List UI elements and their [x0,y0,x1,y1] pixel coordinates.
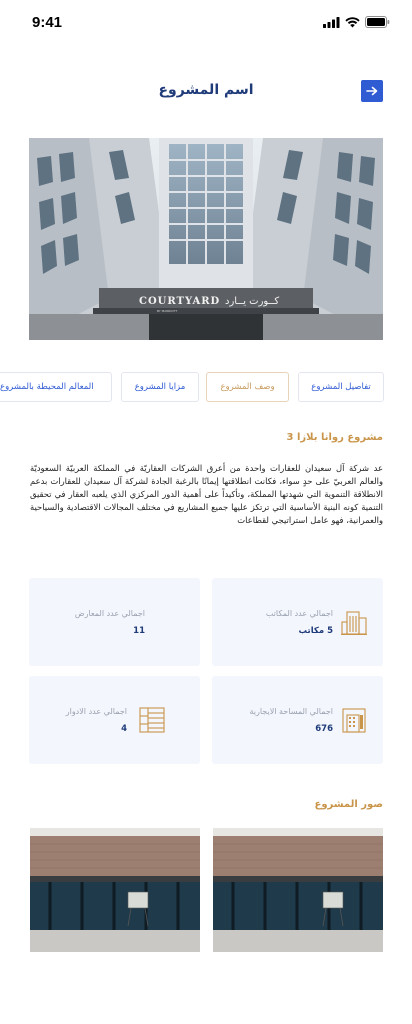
project-tabs: تفاصيل المشروع وصف المشروع مزايا المشروع… [0,372,412,402]
tab-project-details[interactable]: تفاصيل المشروع [298,372,384,402]
status-icons [323,16,390,28]
header: اسم المشروع [0,80,412,106]
project-photo-1[interactable] [213,828,383,952]
project-photo-2[interactable] [30,828,200,952]
stat-label-offices: اجمالي عدد المكاتب [265,609,333,618]
building-illustration: COURTYARD BY MARRIOTT كــورت يــارد [29,138,383,340]
status-bar: 9:41 [0,0,412,44]
tower-building-icon [342,708,366,733]
stat-label-leasable-area: اجمالي المساحة الايجارية [249,707,333,716]
stat-value-showrooms: 11 [133,626,145,636]
stat-value-floors: 4 [121,724,127,734]
back-button[interactable] [361,80,383,102]
storefront-image [30,828,200,952]
stat-value-leasable-area: 676 [315,724,333,734]
stat-value-offices: 5 مكاتب [298,626,333,636]
sign-marriott: BY MARRIOTT [157,309,178,313]
battery-icon [365,16,390,28]
sign-courtyard: COURTYARD [139,296,220,307]
photos-title: صور المشروع [314,799,383,810]
office-building-icon [341,611,367,636]
wifi-icon [345,16,360,27]
status-time: 9:41 [32,14,63,31]
tab-project-description[interactable]: وصف المشروع [206,372,289,402]
stat-card-floors: اجمالي عدد الادوار 4 [29,676,200,764]
stat-card-showrooms: اجمالي عدد المعارض 11 [29,578,200,666]
tab-nearby-landmarks[interactable]: المعالم المحيطة بالمشروع [0,372,112,402]
project-description: عد شركة آل سعيدان للعقارات واحدة من أعرق… [30,463,383,526]
page-title: اسم المشروع [158,82,254,98]
project-name: مشروع روانا بلازا 3 [286,432,384,443]
sign-arabic: كــورت يــارد [225,296,279,307]
stat-card-leasable-area: اجمالي المساحة الايجارية 676 [212,676,383,764]
tab-project-features[interactable]: مزايا المشروع [121,372,199,402]
stat-card-offices: اجمالي عدد المكاتب 5 مكاتب [212,578,383,666]
stat-label-floors: اجمالي عدد الادوار [65,707,127,716]
signal-icon [323,16,340,28]
floor-plan-icon [139,707,165,733]
arrow-right-icon [366,86,378,96]
project-hero-image: COURTYARD BY MARRIOTT كــورت يــارد [29,138,383,340]
stat-label-showrooms: اجمالي عدد المعارض [74,609,145,618]
storefront-image [213,828,383,952]
